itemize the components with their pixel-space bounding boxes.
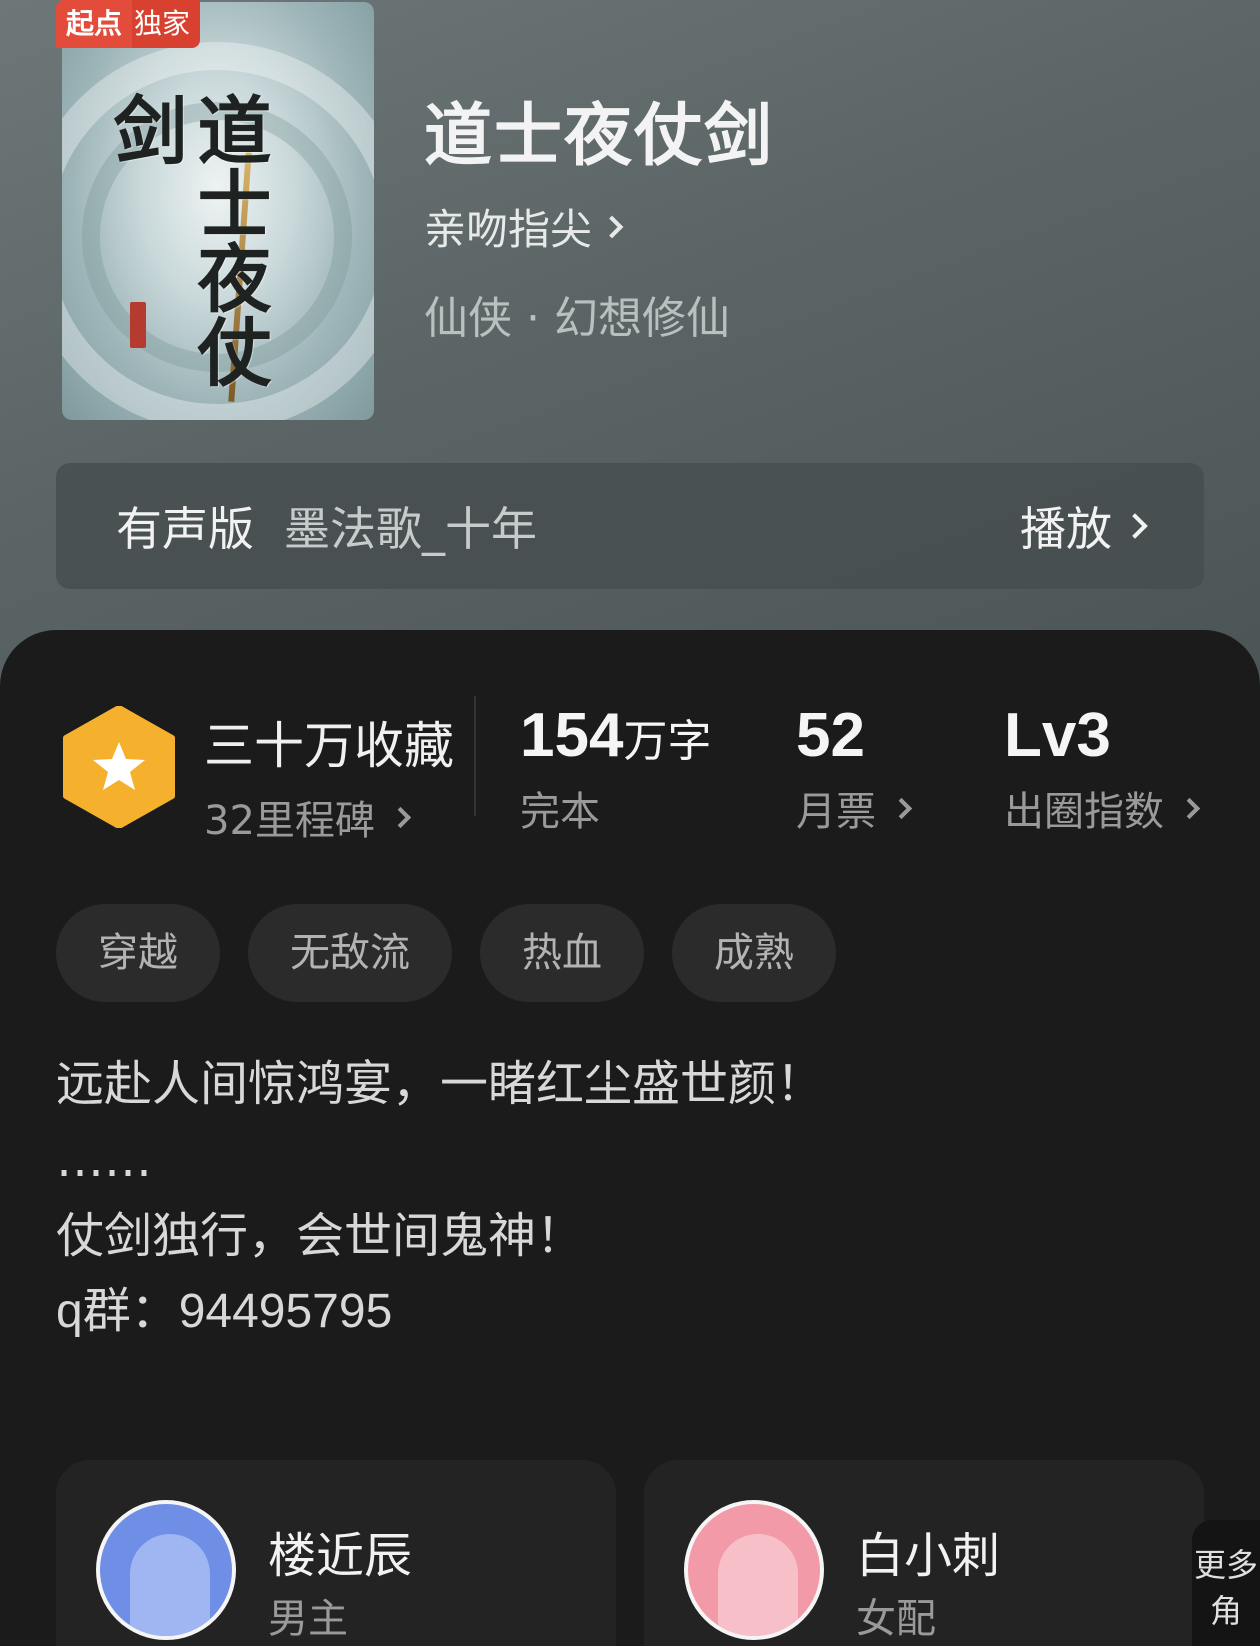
play-label: 播放 bbox=[1020, 502, 1112, 556]
play-button[interactable]: 播放 bbox=[1020, 493, 1148, 559]
collection-stat[interactable]: 三十万收藏 32里程碑 bbox=[204, 706, 454, 846]
milestone-count: 32里程碑 bbox=[204, 798, 375, 844]
character-name: 白小刺 bbox=[856, 1528, 1001, 1584]
monthly-votes-label-row: 月票 bbox=[796, 779, 913, 837]
audio-label: 有声版 bbox=[116, 502, 254, 556]
tag-chip[interactable]: 热血 bbox=[480, 904, 644, 1002]
word-count-number: 154 bbox=[520, 701, 624, 770]
chevron-right-icon bbox=[1122, 513, 1148, 539]
book-header: 道士夜仗剑 起点 独家 道士夜仗剑 亲吻指尖 仙侠 · 幻想修仙 有声版 墨法歌… bbox=[0, 0, 1260, 680]
monthly-votes-label: 月票 bbox=[796, 789, 876, 835]
tag-chip[interactable]: 无敌流 bbox=[248, 904, 452, 1002]
milestone-link[interactable]: 32里程碑 bbox=[204, 788, 454, 846]
book-detail-panel: 三十万收藏 32里程碑 154万字 完本 52 月票 Lv3 出圈指数 穿越 无… bbox=[0, 630, 1260, 1646]
author-link[interactable]: 亲吻指尖 bbox=[424, 196, 624, 257]
chevron-right-icon bbox=[890, 797, 913, 819]
more-characters-button[interactable]: 更多角 bbox=[1192, 1520, 1260, 1646]
book-cover[interactable]: 道士夜仗剑 bbox=[62, 2, 374, 420]
popularity-index-stat[interactable]: Lv3 出圈指数 bbox=[1004, 700, 1201, 837]
author-name: 亲吻指尖 bbox=[424, 205, 593, 254]
chevron-right-icon bbox=[1178, 797, 1201, 819]
character-silhouette bbox=[718, 1534, 798, 1636]
word-count-unit: 万字 bbox=[623, 716, 712, 767]
collection-count: 三十万收藏 bbox=[204, 717, 454, 775]
chevron-right-icon bbox=[600, 215, 624, 238]
popularity-level: Lv3 bbox=[1004, 701, 1111, 770]
badge-exclusive: 独家 bbox=[132, 0, 201, 48]
tag-list: 穿越 无敌流 热血 成熟 bbox=[56, 904, 836, 1002]
intro-line: 仗剑独行，会世间鬼神！ bbox=[56, 1208, 585, 1264]
word-count-stat: 154万字 完本 bbox=[520, 700, 711, 837]
tag-chip[interactable]: 穿越 bbox=[56, 904, 220, 1002]
character-avatar bbox=[684, 1500, 824, 1640]
character-silhouette bbox=[130, 1534, 210, 1636]
stat-divider bbox=[474, 696, 476, 816]
word-count: 154万字 bbox=[520, 700, 711, 771]
book-status: 完本 bbox=[520, 789, 600, 835]
monthly-votes-count: 52 bbox=[796, 701, 865, 770]
popularity-label: 出圈指数 bbox=[1004, 789, 1164, 835]
exclusive-badge: 起点 独家 bbox=[56, 0, 201, 48]
genre-label: 仙侠 · 幻想修仙 bbox=[424, 293, 730, 344]
book-intro[interactable]: 远赴人间惊鸿宴，一睹红尘盛世颜！ …… 仗剑独行，会世间鬼神！ q群：94495… bbox=[56, 1046, 1206, 1350]
intro-line: q群：94495795 bbox=[56, 1285, 393, 1338]
character-role: 男主 bbox=[268, 1596, 348, 1642]
cover-title: 道士夜仗剑 bbox=[101, 92, 271, 388]
badge-qidian: 起点 bbox=[56, 0, 133, 48]
character-card[interactable]: 白小刺 女配 bbox=[644, 1460, 1204, 1646]
character-avatar bbox=[96, 1500, 236, 1640]
monthly-votes-stat[interactable]: 52 月票 bbox=[796, 700, 913, 837]
character-card[interactable]: 楼近辰 男主 bbox=[56, 1460, 616, 1646]
chevron-right-icon bbox=[389, 806, 412, 828]
audio-version-bar[interactable]: 有声版 墨法歌_十年 播放 bbox=[56, 463, 1204, 589]
tag-chip[interactable]: 成熟 bbox=[672, 904, 836, 1002]
cover-seal bbox=[130, 302, 146, 348]
character-role: 女配 bbox=[856, 1596, 936, 1642]
book-title: 道士夜仗剑 bbox=[424, 96, 775, 176]
popularity-label-row: 出圈指数 bbox=[1004, 779, 1201, 837]
character-name: 楼近辰 bbox=[268, 1528, 413, 1584]
collection-star-icon bbox=[63, 706, 175, 828]
audio-narrator: 墨法歌_十年 bbox=[284, 502, 537, 556]
intro-line: 远赴人间惊鸿宴，一睹红尘盛世颜！ bbox=[56, 1056, 825, 1112]
intro-line: …… bbox=[56, 1132, 152, 1188]
